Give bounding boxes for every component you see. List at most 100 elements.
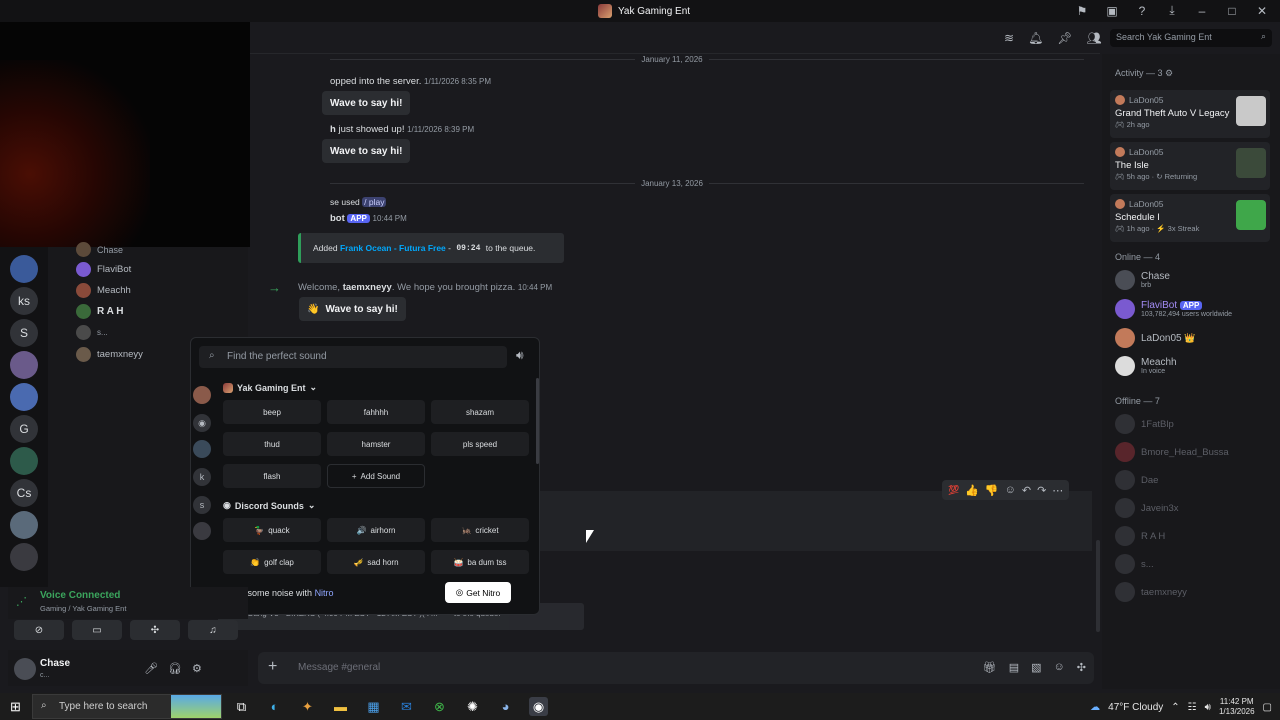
guild-icon[interactable] <box>10 543 38 571</box>
emoji-icon[interactable]: ☺ <box>1054 661 1065 674</box>
taskbar-search[interactable]: ⌕ Type here to search <box>32 694 222 719</box>
wave-button[interactable]: 👋 Wave to say hi! <box>299 297 406 321</box>
minimize-icon[interactable]: – <box>1194 4 1210 18</box>
guild-icon[interactable] <box>10 447 38 475</box>
sound-group-header[interactable]: ◉ Discord Sounds ⌄ <box>223 500 315 511</box>
member-item[interactable]: taemxneyy <box>1115 582 1187 602</box>
volume-icon[interactable]: 🔊︎ <box>1205 702 1211 713</box>
add-sound-button[interactable]: + Add Sound <box>327 464 425 488</box>
members-icon[interactable]: 👥︎ <box>1087 31 1102 45</box>
wave-button[interactable]: Wave to say hi! <box>322 91 411 115</box>
pin-icon[interactable]: 📌︎ <box>1057 31 1072 45</box>
activity-card[interactable]: LaDon05 Schedule I 🎮︎ 1h ago · ⚡ 3x Stre… <box>1110 194 1270 242</box>
sound-button[interactable]: 🎺 sad horn <box>327 550 425 574</box>
message-input[interactable]: Message #general <box>298 662 380 673</box>
get-nitro-button[interactable]: ◎ Get Nitro <box>445 582 511 603</box>
member-item[interactable]: FlaviBot APP 103,782,494 users worldwide <box>1115 299 1232 319</box>
gift-icon[interactable]: 🎁︎ <box>983 661 997 674</box>
thumbs-down-icon[interactable]: 👎 <box>985 484 999 497</box>
activity-card[interactable]: LaDon05 The Isle 🎮︎ 5h ago · ↻ Returning <box>1110 142 1270 190</box>
guild-icon[interactable] <box>10 351 38 379</box>
sound-button[interactable]: shazam <box>431 400 529 424</box>
guild-item[interactable]: G <box>10 415 38 443</box>
guild-icon[interactable] <box>10 383 38 411</box>
member-item[interactable]: 1FatBlp <box>1115 414 1174 434</box>
more-icon[interactable]: ⋯ <box>1052 484 1063 497</box>
guild-item[interactable]: Cs <box>10 479 38 507</box>
member-item[interactable]: Meachh In voice <box>1115 356 1177 376</box>
headphones-icon[interactable]: 🎧︎ <box>168 662 182 675</box>
store-icon[interactable]: ▦ <box>364 697 383 716</box>
member-item[interactable]: s... <box>1115 554 1154 574</box>
server-icon[interactable]: s <box>193 496 211 514</box>
member-item[interactable]: Bmore_Head_Bussa <box>1115 442 1229 462</box>
notifications-icon[interactable]: ▢ <box>1263 702 1272 713</box>
server-icon[interactable]: k <box>193 468 211 486</box>
guild-icon[interactable] <box>10 255 38 283</box>
sound-search-input[interactable]: ⌕ Find the perfect sound <box>199 346 507 368</box>
guild-icon[interactable] <box>10 511 38 539</box>
sound-button[interactable]: flash <box>223 464 321 488</box>
sound-button[interactable]: thud <box>223 432 321 456</box>
download-icon[interactable]: ⤓ <box>1164 3 1180 18</box>
sound-group-header[interactable]: Yak Gaming Ent ⌄ <box>223 382 317 393</box>
maximize-icon[interactable]: □ <box>1224 4 1240 18</box>
guild-item[interactable]: S <box>10 319 38 347</box>
member-item[interactable]: LaDon05 👑 <box>1115 328 1196 348</box>
server-icon[interactable] <box>193 440 211 458</box>
reply-icon[interactable]: ↶ <box>1022 484 1031 497</box>
sound-button[interactable]: pls speed <box>431 432 529 456</box>
tray-chevron-icon[interactable]: ⌃ <box>1171 702 1179 713</box>
task-view-icon[interactable]: ⧉ <box>232 697 251 716</box>
sound-button[interactable]: 🥁 ba dum tss <box>431 550 529 574</box>
soundboard-icon[interactable]: ♫ <box>188 620 238 640</box>
plus-icon[interactable]: + <box>268 658 277 676</box>
activity-card[interactable]: LaDon05 Grand Theft Auto V Legacy 🎮︎ 2h … <box>1110 90 1270 138</box>
copilot-icon[interactable]: ✦ <box>298 697 317 716</box>
sound-button[interactable]: hamster <box>327 432 425 456</box>
chatgpt-icon[interactable]: ✺ <box>463 697 482 716</box>
clock[interactable]: 11:42 PM 1/13/2026 <box>1219 697 1255 717</box>
xbox-icon[interactable]: ⊗ <box>430 697 449 716</box>
discord-icon[interactable]: ◉ <box>193 414 211 432</box>
sound-button[interactable]: 🦆 quack <box>223 518 321 542</box>
help-icon[interactable]: ? <box>1134 4 1150 18</box>
wave-button[interactable]: Wave to say hi! <box>322 139 411 163</box>
camera-off-icon[interactable]: ⊘ <box>14 620 64 640</box>
command-mention[interactable]: / play <box>362 197 387 207</box>
screen-share-icon[interactable]: ▭ <box>72 620 122 640</box>
sound-scrollbar[interactable] <box>536 378 539 464</box>
member-item[interactable]: R A H <box>1115 526 1165 546</box>
hundred-reaction-icon[interactable]: 💯 <box>948 485 959 496</box>
edge-icon[interactable]: ◐ <box>265 697 284 716</box>
gif-icon[interactable]: ▤ <box>1009 661 1019 674</box>
volume-icon[interactable]: 🔊︎ <box>516 348 524 363</box>
network-icon[interactable]: ☷ <box>1188 702 1197 713</box>
forward-icon[interactable]: ↷ <box>1037 484 1046 497</box>
voice-user[interactable]: R A H <box>76 304 123 319</box>
add-reaction-icon[interactable]: ☺ <box>1005 484 1016 496</box>
sound-button[interactable]: beep <box>223 400 321 424</box>
discord-icon[interactable]: ◉ <box>529 697 548 716</box>
sound-button[interactable]: 🔊 airhorn <box>327 518 425 542</box>
sound-button[interactable]: fahhhh <box>327 400 425 424</box>
voice-user[interactable]: taemxneyy <box>76 347 143 362</box>
threads-icon[interactable]: ≋ <box>1004 31 1014 45</box>
windows-start-icon[interactable]: ⊞ <box>10 699 21 715</box>
inbox-icon[interactable]: ▣ <box>1104 4 1120 18</box>
thumbs-up-icon[interactable]: 👍 <box>965 484 979 497</box>
sound-button[interactable]: 🦗 cricket <box>431 518 529 542</box>
server-icon[interactable] <box>193 522 211 540</box>
voice-user[interactable]: s... <box>76 325 108 340</box>
guild-item[interactable]: ks <box>10 287 38 315</box>
close-icon[interactable]: ✕ <box>1254 4 1270 18</box>
activities-icon[interactable]: ✣ <box>130 620 180 640</box>
search-input[interactable]: Search Yak Gaming Ent ⌕ <box>1110 29 1272 47</box>
microphone-icon[interactable]: 🎤︎ <box>144 662 158 675</box>
apps-icon[interactable]: ✣ <box>1077 661 1086 674</box>
outlook-icon[interactable]: ✉ <box>397 697 416 716</box>
bell-icon[interactable]: 🔔︎ <box>1028 31 1043 45</box>
voice-user[interactable]: Meachh <box>76 283 131 298</box>
steam-icon[interactable]: ◕ <box>496 697 515 716</box>
voice-user[interactable]: FlaviBot <box>76 262 131 277</box>
